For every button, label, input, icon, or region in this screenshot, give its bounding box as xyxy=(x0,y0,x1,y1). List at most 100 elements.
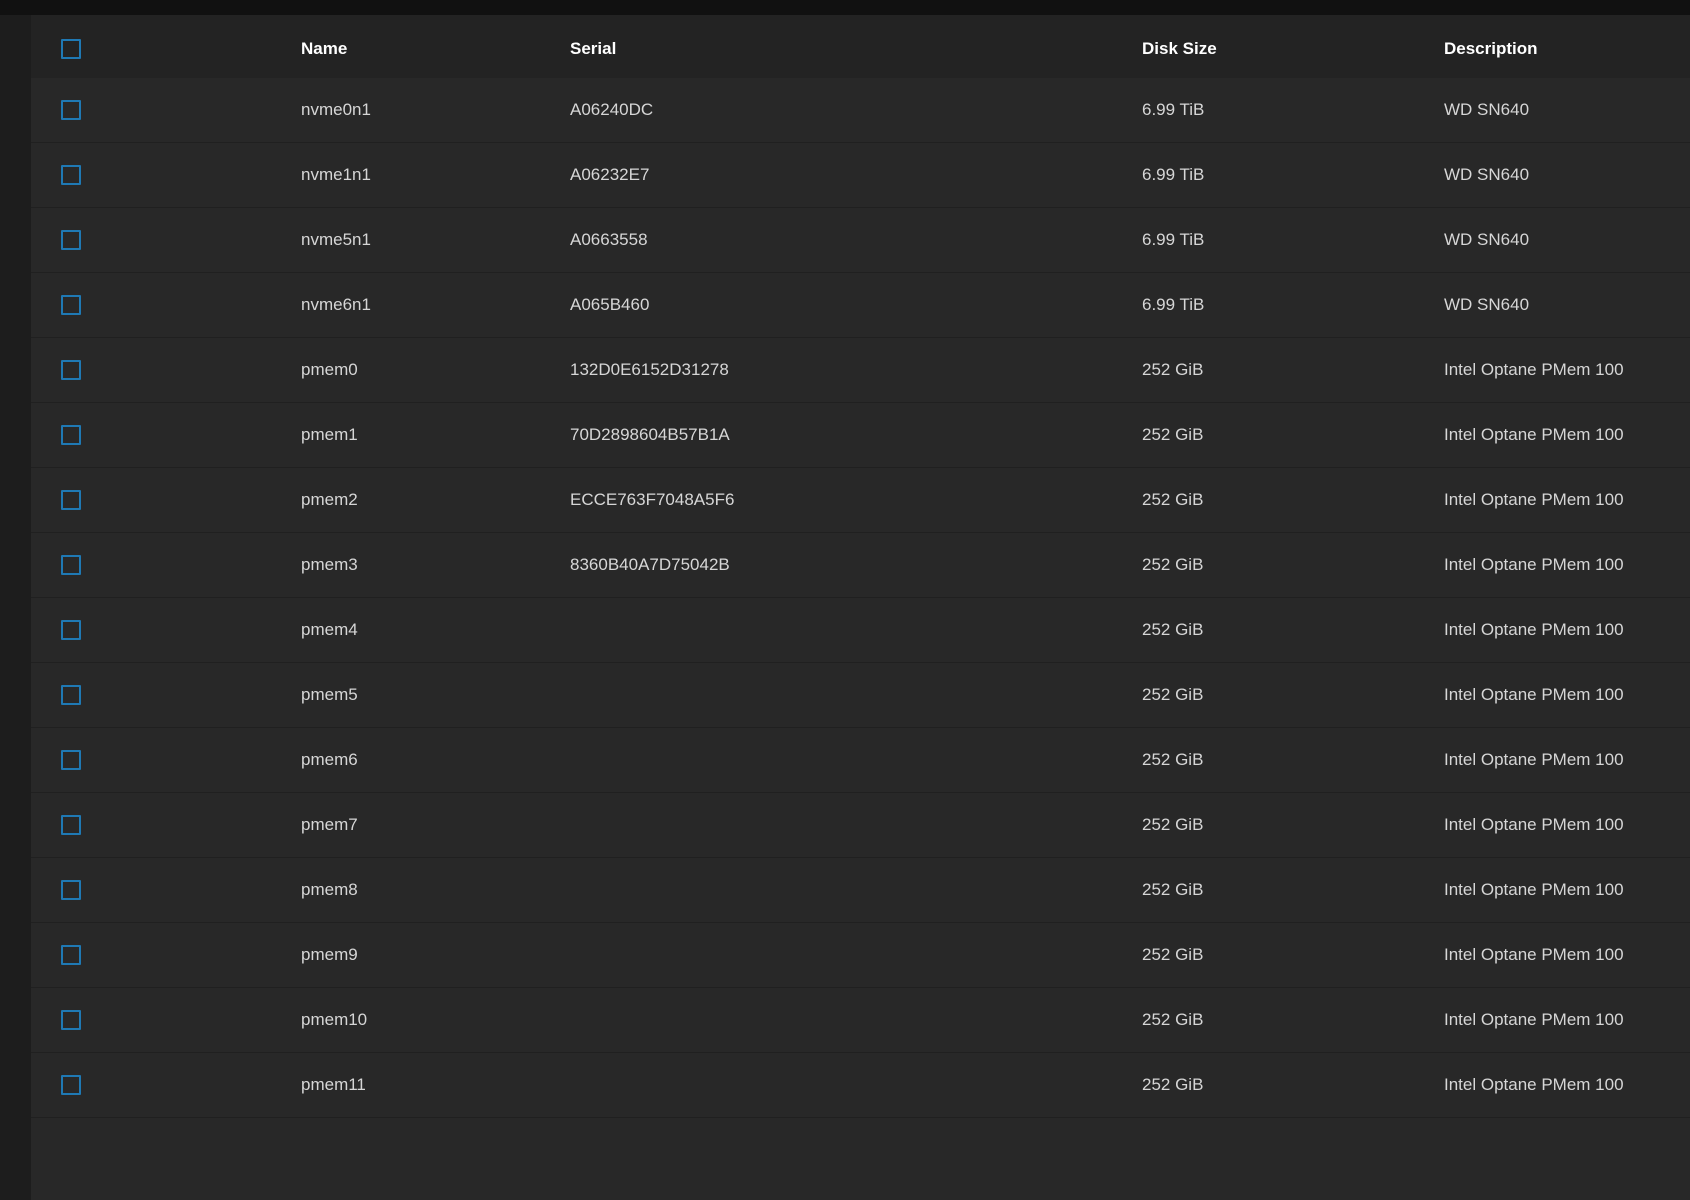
table-row[interactable]: pmem11 252 GiB Intel Optane PMem 100 xyxy=(31,1053,1690,1118)
table-row[interactable]: pmem9 252 GiB Intel Optane PMem 100 xyxy=(31,923,1690,988)
cell-serial: 70D2898604B57B1A xyxy=(570,425,730,444)
row-checkbox[interactable] xyxy=(61,1010,81,1030)
row-checkbox-cell xyxy=(56,663,86,727)
row-checkbox-cell xyxy=(56,858,86,922)
row-checkbox[interactable] xyxy=(61,1075,81,1095)
table-row[interactable]: pmem3 8360B40A7D75042B 252 GiB Intel Optane… xyxy=(31,533,1690,598)
row-checkbox-cell xyxy=(56,338,86,402)
top-bar xyxy=(0,0,1690,15)
row-checkbox-cell xyxy=(56,78,86,142)
row-checkbox-cell xyxy=(56,273,86,337)
cell-name: pmem7 xyxy=(301,815,358,834)
cell-description: Intel Optane PMem 100 xyxy=(1444,620,1624,639)
column-header-disk-size[interactable]: Disk Size xyxy=(1142,15,1217,83)
row-checkbox[interactable] xyxy=(61,945,81,965)
table-row[interactable]: pmem5 252 GiB Intel Optane PMem 100 xyxy=(31,663,1690,728)
cell-description: Intel Optane PMem 100 xyxy=(1444,750,1624,769)
row-checkbox-cell xyxy=(56,923,86,987)
cell-name: pmem0 xyxy=(301,360,358,379)
cell-disk-size: 252 GiB xyxy=(1142,1075,1204,1094)
sidebar-edge xyxy=(0,15,31,1200)
cell-description: Intel Optane PMem 100 xyxy=(1444,945,1624,964)
row-checkbox-cell xyxy=(56,728,86,792)
row-checkbox[interactable] xyxy=(61,165,81,185)
cell-name: pmem1 xyxy=(301,425,358,444)
cell-description: Intel Optane PMem 100 xyxy=(1444,685,1624,704)
cell-disk-size: 252 GiB xyxy=(1142,360,1204,379)
table-row[interactable]: nvme1n1 A06232E7 6.99 TiB WD SN640 xyxy=(31,143,1690,208)
row-checkbox[interactable] xyxy=(61,750,81,770)
row-checkbox-cell xyxy=(56,468,86,532)
row-checkbox[interactable] xyxy=(61,295,81,315)
row-checkbox-cell xyxy=(56,598,86,662)
disk-selection-page: Name Serial Disk Size Description nvme0n… xyxy=(0,0,1690,1200)
cell-name: nvme6n1 xyxy=(301,295,371,314)
row-checkbox[interactable] xyxy=(61,815,81,835)
cell-name: pmem3 xyxy=(301,555,358,574)
cell-disk-size: 6.99 TiB xyxy=(1142,100,1205,119)
cell-disk-size: 252 GiB xyxy=(1142,425,1204,444)
table-row[interactable]: pmem4 252 GiB Intel Optane PMem 100 xyxy=(31,598,1690,663)
disk-table: Name Serial Disk Size Description nvme0n… xyxy=(31,15,1690,1200)
row-checkbox[interactable] xyxy=(61,490,81,510)
cell-disk-size: 6.99 TiB xyxy=(1142,165,1205,184)
row-checkbox[interactable] xyxy=(61,230,81,250)
row-checkbox[interactable] xyxy=(61,425,81,445)
cell-description: Intel Optane PMem 100 xyxy=(1444,490,1624,509)
cell-description: Intel Optane PMem 100 xyxy=(1444,1075,1624,1094)
select-all-checkbox[interactable] xyxy=(61,39,81,59)
header-checkbox-cell xyxy=(56,15,86,83)
table-row[interactable]: nvme0n1 A06240DC 6.99 TiB WD SN640 xyxy=(31,78,1690,143)
row-checkbox-cell xyxy=(56,1053,86,1117)
table-row[interactable]: pmem8 252 GiB Intel Optane PMem 100 xyxy=(31,858,1690,923)
table-row[interactable]: pmem10 252 GiB Intel Optane PMem 100 xyxy=(31,988,1690,1053)
column-header-serial[interactable]: Serial xyxy=(570,15,616,83)
row-checkbox[interactable] xyxy=(61,360,81,380)
cell-name: pmem2 xyxy=(301,490,358,509)
row-checkbox[interactable] xyxy=(61,880,81,900)
cell-name: pmem5 xyxy=(301,685,358,704)
cell-disk-size: 252 GiB xyxy=(1142,880,1204,899)
table-row[interactable]: pmem7 252 GiB Intel Optane PMem 100 xyxy=(31,793,1690,858)
cell-name: pmem8 xyxy=(301,880,358,899)
column-header-description[interactable]: Description xyxy=(1444,15,1538,83)
cell-description: Intel Optane PMem 100 xyxy=(1444,1010,1624,1029)
cell-name: pmem10 xyxy=(301,1010,368,1029)
table-header: Name Serial Disk Size Description xyxy=(31,15,1690,84)
table-row[interactable]: pmem6 252 GiB Intel Optane PMem 100 xyxy=(31,728,1690,793)
row-checkbox-cell xyxy=(56,143,86,207)
row-checkbox-cell xyxy=(56,403,86,467)
row-checkbox[interactable] xyxy=(61,685,81,705)
column-header-name[interactable]: Name xyxy=(301,15,347,83)
cell-serial: A0663558 xyxy=(570,230,648,249)
cell-name: pmem6 xyxy=(301,750,358,769)
cell-name: nvme5n1 xyxy=(301,230,371,249)
cell-name: nvme1n1 xyxy=(301,165,371,184)
table-row[interactable]: nvme5n1 A0663558 6.99 TiB WD SN640 xyxy=(31,208,1690,273)
cell-description: Intel Optane PMem 100 xyxy=(1444,880,1624,899)
cell-description: WD SN640 xyxy=(1444,165,1530,184)
row-checkbox[interactable] xyxy=(61,620,81,640)
cell-description: WD SN640 xyxy=(1444,230,1530,249)
cell-disk-size: 252 GiB xyxy=(1142,1010,1204,1029)
cell-disk-size: 6.99 TiB xyxy=(1142,230,1205,249)
cell-disk-size: 6.99 TiB xyxy=(1142,295,1205,314)
cell-description: Intel Optane PMem 100 xyxy=(1444,815,1624,834)
table-row[interactable]: nvme6n1 A065B460 6.99 TiB WD SN640 xyxy=(31,273,1690,338)
cell-serial: ECCE763F7048A5F6 xyxy=(570,490,735,509)
table-row[interactable]: pmem0 132D0E6152D31278 252 GiB Intel Optane… xyxy=(31,338,1690,403)
table-row[interactable]: pmem2 ECCE763F7048A5F6 252 GiB Intel Optane… xyxy=(31,468,1690,533)
cell-serial: 132D0E6152D31278 xyxy=(570,360,729,379)
row-checkbox[interactable] xyxy=(61,100,81,120)
cell-serial: 8360B40A7D75042B xyxy=(570,555,730,574)
row-checkbox[interactable] xyxy=(61,555,81,575)
cell-serial: A06232E7 xyxy=(570,165,650,184)
table-row[interactable]: pmem1 70D2898604B57B1A 252 GiB Intel Optane… xyxy=(31,403,1690,468)
cell-disk-size: 252 GiB xyxy=(1142,685,1204,704)
cell-description: Intel Optane PMem 100 xyxy=(1444,425,1624,444)
cell-name: pmem4 xyxy=(301,620,358,639)
cell-description: WD SN640 xyxy=(1444,295,1530,314)
cell-disk-size: 252 GiB xyxy=(1142,750,1204,769)
cell-disk-size: 252 GiB xyxy=(1142,815,1204,834)
cell-disk-size: 252 GiB xyxy=(1142,490,1204,509)
